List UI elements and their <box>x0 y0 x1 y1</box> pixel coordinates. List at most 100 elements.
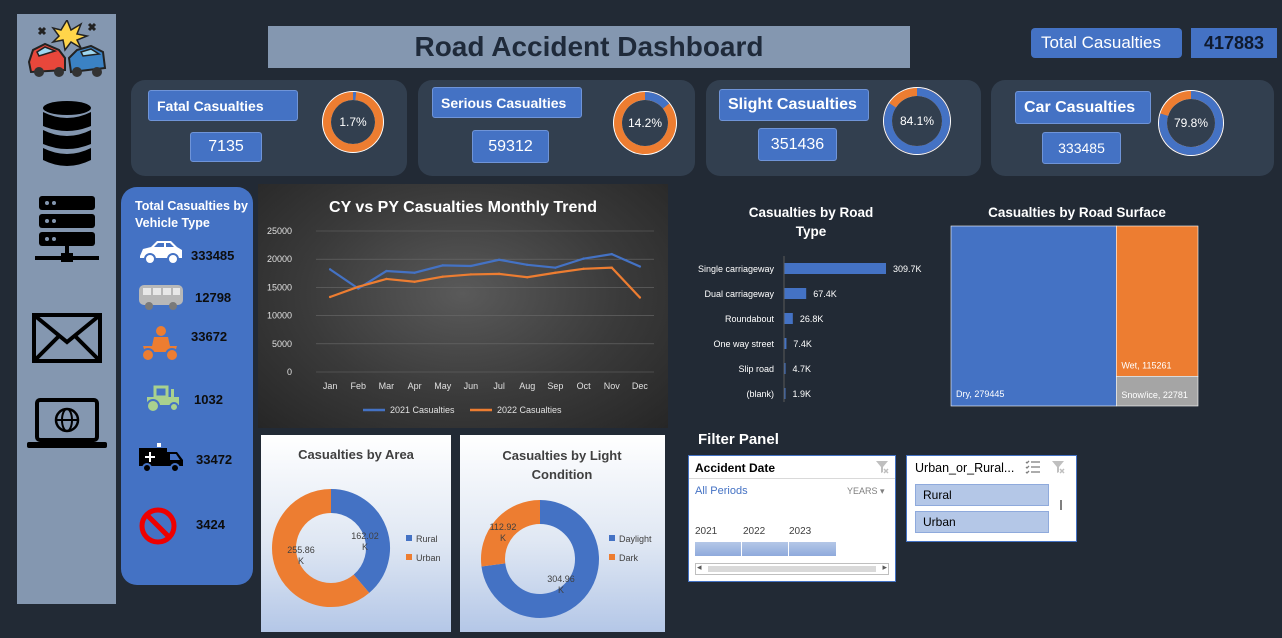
motorcycle-icon <box>139 324 181 367</box>
kpi-label: Serious Casualties <box>432 87 582 118</box>
x-tick-label: Jun <box>464 381 479 391</box>
kpi-label: Slight Casualties <box>719 89 869 121</box>
legend-label: Rural <box>416 534 438 544</box>
x-tick-label: Nov <box>604 381 621 391</box>
area-chart: Casualties by Area 162.02 K 255.86 K Rural Urb… <box>261 435 451 632</box>
data-label-unit: K <box>500 533 506 543</box>
date-slicer-header: Accident Date <box>695 461 776 475</box>
kpi-donut: 84.1% <box>883 87 951 155</box>
chart-title-line2: Type <box>796 224 827 239</box>
kpi-card-slight: Slight Casualties 351436 84.1% <box>706 80 981 176</box>
data-label: 309.7K <box>893 264 922 274</box>
car-icon <box>137 238 185 271</box>
data-point <box>582 267 585 270</box>
data-point <box>610 266 613 269</box>
kpi-card-fatal: Fatal Casualties 7135 1.7% <box>131 80 407 176</box>
kpi-donut: 1.7% <box>322 91 384 153</box>
timeline-divider <box>788 542 789 556</box>
treemap-label: Dry, 279445 <box>956 389 1004 399</box>
vehicle-row-other: 3424 <box>121 507 253 547</box>
x-tick-label: Jul <box>493 381 505 391</box>
treemap-label: Snow/ice, 22781 <box>1121 390 1188 400</box>
data-point <box>526 276 529 279</box>
road-surface-svg: Casualties by Road Surface Dry, 279445 Wet… <box>950 205 1199 407</box>
bar <box>784 288 807 299</box>
kpi-value: 351436 <box>758 128 837 161</box>
road-surface-chart: Casualties by Road Surface Dry, 279445 Wet… <box>948 200 1210 410</box>
y-tick-label: 20000 <box>267 254 292 264</box>
data-point <box>582 257 585 260</box>
laptop-globe-icon[interactable] <box>17 398 116 450</box>
scroll-right-icon[interactable]: ▸ <box>882 562 887 573</box>
data-point <box>385 269 388 273</box>
data-point <box>413 271 416 274</box>
kpi-label: Car Casualties <box>1015 91 1151 124</box>
data-label: 4.7K <box>793 364 812 374</box>
light-chart: Casualties by Light Condition 304.96 K 112.9… <box>460 435 665 632</box>
data-point <box>441 275 444 278</box>
data-point <box>638 265 642 268</box>
vehicle-value: 3424 <box>196 517 225 532</box>
y-tick-label: 5000 <box>272 339 292 349</box>
mail-icon[interactable] <box>17 312 116 364</box>
data-label-value: 255.86 <box>287 545 315 555</box>
slicer-divider <box>689 478 895 479</box>
treemap-label: Wet, 115261 <box>1121 360 1171 370</box>
multi-select-icon[interactable] <box>1025 460 1041 479</box>
area-svg: Casualties by Area162.02K255.86KRuralUrb… <box>272 447 441 607</box>
legend-label: Dark <box>619 553 639 563</box>
series-line-2022 <box>329 266 641 299</box>
data-label-value: 162.02 <box>351 531 379 541</box>
data-label-value: 304.96 <box>547 574 575 584</box>
x-tick-label: Sep <box>547 381 563 391</box>
data-point <box>385 277 388 281</box>
road-type-chart: Casualties by Road Type Single carriageway… <box>680 200 940 412</box>
monthly-trend-chart: CY vs PY Casualties Monthly Trend 25000 20… <box>258 184 668 428</box>
slicer-scrollbar[interactable] <box>1060 500 1062 510</box>
database-icon[interactable] <box>17 100 116 168</box>
kpi-value: 59312 <box>472 130 549 163</box>
timeline-bar[interactable] <box>695 542 836 556</box>
vehicle-value: 33472 <box>196 452 233 467</box>
sidebar <box>17 14 116 604</box>
treemap-cell-dry <box>950 225 1117 407</box>
kpi-value: 333485 <box>1042 132 1121 164</box>
donut-percent-label: 1.7% <box>339 115 367 129</box>
all-periods-label: All Periods <box>695 485 748 497</box>
vehicle-value: 333485 <box>191 248 235 263</box>
scroll-thumb[interactable] <box>708 566 876 572</box>
clear-filter-icon[interactable] <box>1051 460 1065 479</box>
data-label-unit: K <box>362 542 368 552</box>
van-icon <box>137 442 185 479</box>
vehicle-value: 33672 <box>191 329 228 344</box>
data-label-value: 112.92 <box>490 522 517 532</box>
car-crash-icon[interactable] <box>17 20 116 80</box>
data-point <box>357 285 360 289</box>
legend-swatch <box>609 535 615 541</box>
data-label: 67.4K <box>813 289 837 299</box>
year-label: 2022 <box>743 526 766 537</box>
vehicle-value: 1032 <box>194 392 223 407</box>
chart-title-line1: Casualties by Road <box>749 205 874 220</box>
category-label: Roundabout <box>725 314 775 324</box>
server-icon[interactable] <box>17 194 116 264</box>
data-label-unit: K <box>298 556 304 566</box>
year-label: 2023 <box>789 526 812 537</box>
tractor-icon <box>143 383 183 418</box>
legend-swatch <box>609 554 615 560</box>
scroll-left-icon[interactable]: ◂ <box>697 562 702 573</box>
data-label: 7.4K <box>793 339 812 349</box>
road-type-svg: Casualties by Road Type Single carriageway… <box>698 205 922 402</box>
timeline-scrollbar[interactable]: ◂ ▸ <box>695 562 889 575</box>
slicer-option-rural[interactable]: Rural <box>915 484 1049 506</box>
legend-label: Daylight <box>619 534 652 544</box>
chart-title-line2: Condition <box>532 467 593 482</box>
page-title: Road Accident Dashboard <box>268 26 910 68</box>
vehicle-type-panel: Total Casualties by Vehicle Type 333485 … <box>121 187 253 585</box>
period-unit-dropdown[interactable]: YEARS ▾ <box>847 486 885 497</box>
clear-filter-icon[interactable] <box>875 460 889 479</box>
area-slicer-header: Urban_or_Rural... <box>915 461 1015 475</box>
slicer-option-urban[interactable]: Urban <box>915 511 1049 533</box>
chevron-down-icon: ▾ <box>880 486 885 496</box>
year-label: 2021 <box>695 526 718 537</box>
